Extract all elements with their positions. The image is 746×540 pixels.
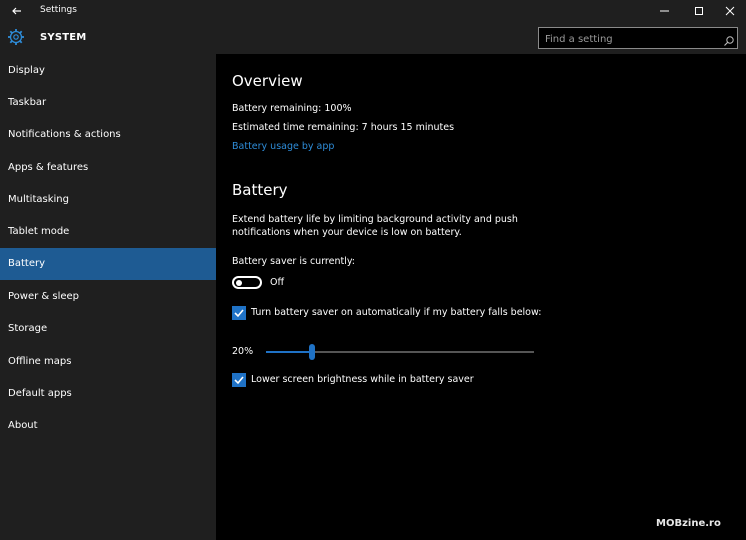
auto-battery-saver-label: Turn battery saver on automatically if m… [251,307,542,318]
checkmark-icon [234,376,244,385]
sidebar-item-notifications[interactable]: Notifications & actions [0,119,216,151]
toggle-knob [236,279,242,286]
lower-brightness-label: Lower screen brightness while in battery… [251,374,474,385]
gear-icon [7,28,25,46]
section-title: SYSTEM [40,32,87,43]
threshold-slider-fill [266,351,312,353]
sidebar-item-power-sleep[interactable]: Power & sleep [0,281,216,313]
sidebar-item-multitasking[interactable]: Multitasking [0,184,216,216]
close-icon[interactable] [714,0,744,22]
sidebar-item-taskbar[interactable]: Taskbar [0,87,216,119]
threshold-slider-thumb[interactable] [308,344,315,360]
sidebar-item-storage[interactable]: Storage [0,313,216,345]
lower-brightness-checkbox[interactable] [232,373,246,387]
search-box[interactable] [538,27,738,49]
sidebar-item-apps-features[interactable]: Apps & features [0,152,216,184]
overview-heading: Overview [232,72,303,90]
minimize-icon[interactable] [650,0,680,22]
auto-battery-saver-checkbox[interactable] [232,306,246,320]
time-remaining-text: Estimated time remaining: 7 hours 15 min… [232,122,455,133]
threshold-slider-track[interactable] [266,351,534,353]
battery-saver-label: Battery saver is currently: [232,256,355,267]
maximize-icon[interactable] [684,0,714,22]
search-input[interactable] [545,32,715,46]
back-arrow-icon[interactable] [8,2,26,20]
battery-saver-state: Off [270,277,285,288]
battery-heading: Battery [232,181,288,199]
sidebar-item-offline-maps[interactable]: Offline maps [0,346,216,378]
threshold-value: 20% [232,346,254,357]
search-icon[interactable] [723,32,735,46]
watermark: MOBzine.ro [656,518,721,529]
battery-description: Extend battery life by limiting backgrou… [232,214,518,238]
battery-saver-toggle[interactable] [232,276,262,289]
window-title: Settings [40,5,77,15]
sidebar: Display Taskbar Notifications & actions … [0,54,216,540]
main-content: Overview Battery remaining: 100% Estimat… [216,54,746,540]
battery-remaining-text: Battery remaining: 100% [232,103,352,114]
sidebar-item-battery[interactable]: Battery [0,248,216,280]
sidebar-item-display[interactable]: Display [0,55,216,87]
sidebar-item-tablet-mode[interactable]: Tablet mode [0,216,216,248]
settings-header: SYSTEM [0,22,746,54]
title-bar: Settings [0,0,746,22]
checkmark-icon [234,309,244,318]
battery-usage-link[interactable]: Battery usage by app [232,141,334,152]
sidebar-item-about[interactable]: About [0,410,216,442]
sidebar-item-default-apps[interactable]: Default apps [0,378,216,410]
